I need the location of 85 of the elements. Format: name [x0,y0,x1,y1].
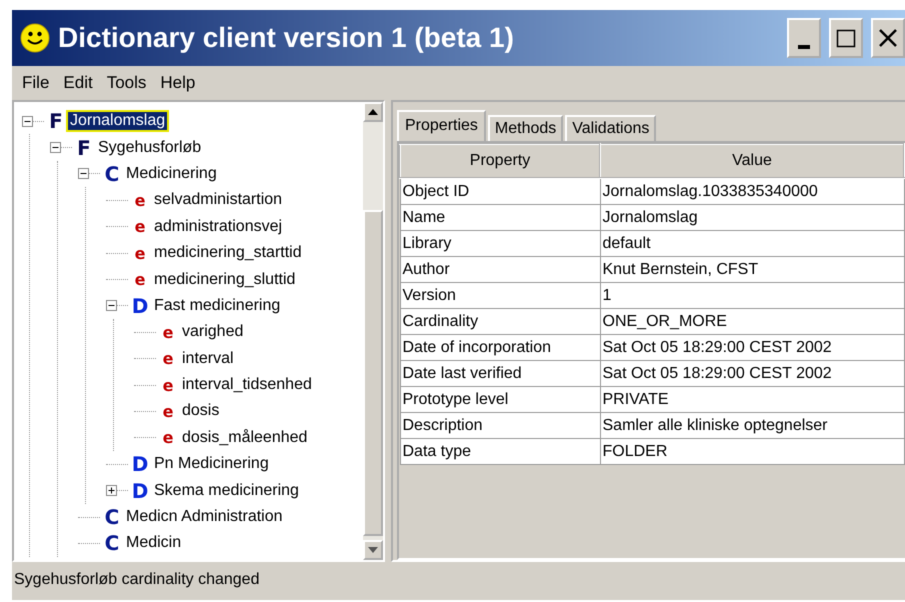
scroll-up-button[interactable] [363,102,383,122]
table-cell: ONE_OR_MORE [600,308,904,334]
minimize-button[interactable] [787,18,821,58]
table-cell: Name [400,204,600,230]
menu-item[interactable]: Tools [100,73,152,93]
node-type-icon: e [128,190,152,210]
table-cell: Sat Oct 05 18:29:00 CEST 2002 [600,360,904,386]
table-cell: Date last verified [400,360,600,386]
tree-item[interactable]: dosis_måleenhed [180,428,310,447]
node-type-icon: D [128,294,152,318]
menu-item[interactable]: Edit [57,73,99,93]
table-cell: Samler alle kliniske optegnelser [600,412,904,438]
tree-item[interactable]: dosis [180,402,222,420]
node-type-icon: e [156,428,180,448]
tree-item[interactable]: varighed [180,323,246,342]
tree-item[interactable]: Medicinering [124,164,219,183]
maximize-button[interactable] [829,18,863,58]
tree-item[interactable]: Skema medicinering [152,482,301,500]
menu-item[interactable]: Help [154,73,202,93]
table-cell: FOLDER [600,438,904,464]
tree-item[interactable]: medicinering_sluttid [152,270,298,289]
column-header[interactable]: Property [400,144,600,178]
table-cell: Description [400,412,600,438]
column-header[interactable]: Value [600,144,904,178]
tab[interactable]: Methods [488,115,564,141]
node-type-icon: e [156,349,180,368]
table-cell: Object ID [400,178,600,204]
window-title: Dictionary client version 1 (beta 1) [58,22,515,54]
node-type-icon: e [128,244,152,263]
table-cell: Author [400,256,600,282]
minimize-icon [798,45,810,49]
close-icon [878,28,898,48]
tree-item[interactable]: Jornalomslag [68,112,168,130]
table-cell: Prototype level [400,386,600,412]
up-arrow-icon [368,109,378,115]
node-type-icon: D [128,452,152,476]
tree-item[interactable]: Sygehusforløb [96,138,204,157]
tree-item[interactable]: Medicin [124,534,184,552]
node-type-icon: F [72,136,96,160]
node-type-icon: e [156,376,180,395]
table-cell: PRIVATE [600,386,904,412]
down-arrow-icon [368,547,378,553]
table-cell: Library [400,230,600,256]
table-cell: default [600,230,904,256]
table-cell: 1 [600,282,904,308]
scroll-down-button[interactable] [363,540,383,560]
table-cell: Sat Oct 05 18:29:00 CEST 2002 [600,334,904,360]
tree-item[interactable]: Pn Medicinering [152,455,271,474]
table-cell: Version [400,282,600,308]
expand-icon[interactable] [106,485,117,496]
tab[interactable]: Validations [565,115,656,141]
node-type-icon: C [100,162,124,186]
node-type-icon: C [100,531,124,556]
tree-item[interactable]: administrationsvej [152,218,284,236]
tree-item[interactable]: selvadministartion [152,191,284,210]
scrollbar[interactable] [363,102,383,560]
node-type-icon: e [128,217,152,236]
maximize-icon [836,28,856,48]
tree-item[interactable]: interval_tidsenhed [180,376,314,394]
table-cell: Knut Bernstein, CFST [600,256,904,282]
table-cell: Data type [400,438,600,464]
table-cell: Jornalomslag.1033835340000 [600,178,904,204]
scroll-thumb[interactable] [363,210,383,536]
tree-item[interactable]: Fast medicinering [152,296,282,315]
tree-item[interactable]: Medicn Administration [124,508,285,526]
smiley-icon [20,23,50,53]
node-type-icon: e [156,402,180,421]
table-cell: Date of incorporation [400,334,600,360]
tree-item[interactable]: interval [180,350,236,368]
node-type-icon: e [128,270,152,290]
status-text: Sygehusforløb cardinality changed [13,570,260,590]
table-cell: Jornalomslag [600,204,904,230]
node-type-icon: F [44,109,68,134]
collapse-icon[interactable] [50,142,61,154]
collapse-icon[interactable] [78,168,89,180]
node-type-icon: D [128,478,152,503]
table-cell: Cardinality [400,308,600,334]
node-type-icon: C [100,505,124,530]
close-button[interactable] [871,18,905,58]
menu-item[interactable]: File [16,73,56,93]
collapse-icon[interactable] [22,116,33,127]
collapse-icon[interactable] [106,300,117,312]
node-type-icon: e [156,322,180,342]
tab[interactable]: Properties [397,110,486,141]
tree-item[interactable]: medicinering_starttid [152,244,304,262]
